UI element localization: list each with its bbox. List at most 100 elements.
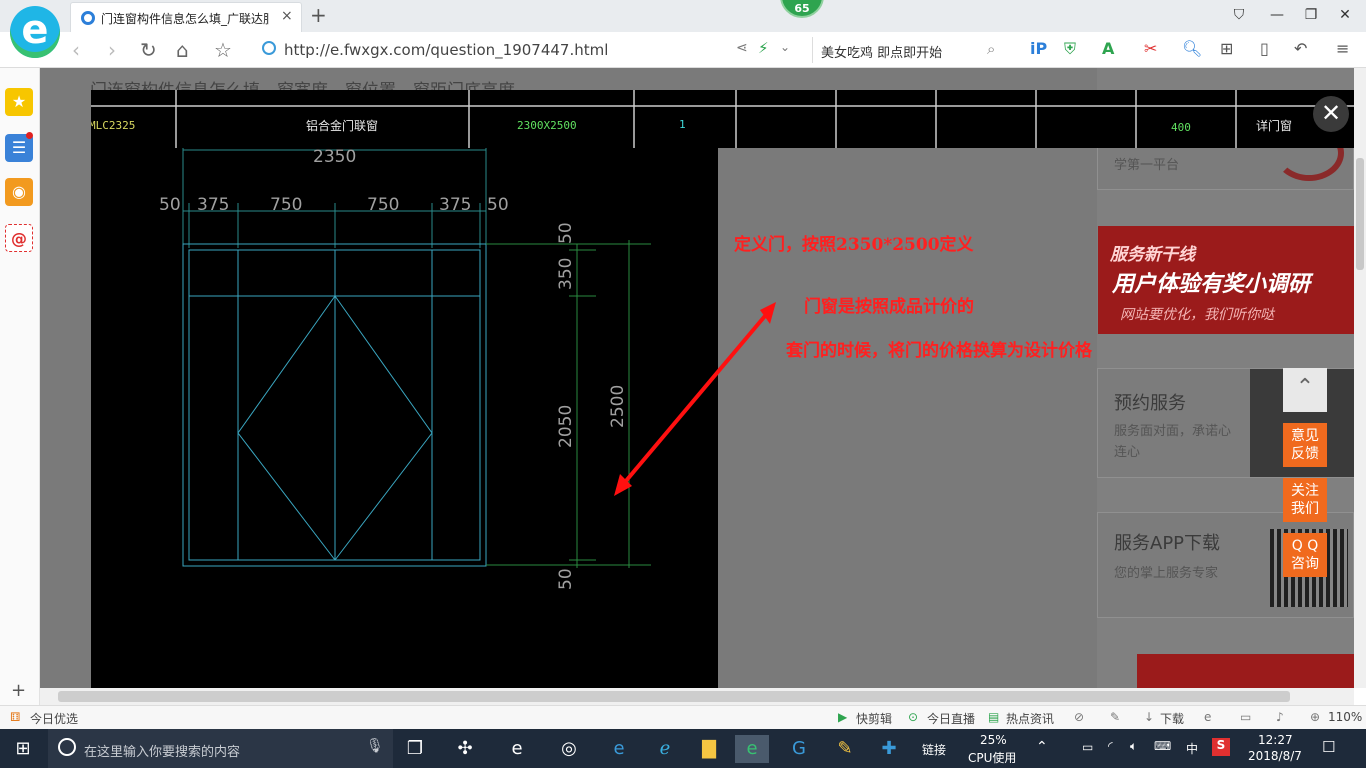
- search-icon[interactable]: ⌕: [987, 40, 995, 58]
- qq-consult-button[interactable]: Q Q 咨询: [1283, 533, 1327, 577]
- pinwheel-app-icon[interactable]: ✣: [448, 735, 482, 763]
- horizontal-scrollbar[interactable]: [40, 688, 1354, 705]
- hot-news-link[interactable]: 热点资讯: [1006, 710, 1054, 727]
- tray-device-icon[interactable]: ▭: [1082, 740, 1093, 754]
- translate-icon[interactable]: A: [1102, 39, 1114, 58]
- tab-close-icon[interactable]: ×: [281, 8, 293, 24]
- page-info-icon[interactable]: [262, 41, 276, 55]
- edge-icon[interactable]: e: [602, 735, 636, 763]
- volume-icon[interactable]: ♪: [1276, 710, 1284, 724]
- forward-icon[interactable]: ›: [108, 38, 116, 62]
- refresh-icon[interactable]: ↻: [140, 38, 157, 62]
- url-text[interactable]: http://e.fwxgx.com/question_1907447.html: [284, 41, 608, 59]
- minimize-button[interactable]: —: [1262, 4, 1292, 26]
- download-icon[interactable]: ↓: [1144, 710, 1154, 724]
- email-icon[interactable]: @: [5, 224, 33, 252]
- appointment-desc: 服务面对面，承诺心连心: [1114, 424, 1232, 460]
- bottom-ad-banner[interactable]: [1137, 654, 1354, 688]
- windows-start-icon[interactable]: ⊞: [6, 735, 40, 763]
- internet-explorer-icon[interactable]: ℯ: [648, 735, 682, 763]
- notes-icon[interactable]: ✎: [828, 735, 862, 763]
- gift-icon[interactable]: ⚅: [10, 710, 20, 724]
- today-picks[interactable]: 今日优选: [30, 710, 78, 727]
- cpu-percent: 25%: [980, 733, 1007, 747]
- tray-expand-icon[interactable]: ⌃: [1036, 739, 1048, 755]
- skin-icon[interactable]: ⛉: [1224, 4, 1254, 26]
- share-icon[interactable]: ⋖: [736, 40, 748, 56]
- windows-taskbar: ⊞ 在这里输入你要搜索的内容 🎙︎ ❐ ✣ e ◎ e ℯ ▇ e G ✎ ✚ …: [0, 729, 1366, 768]
- arrow-line: [618, 308, 772, 490]
- taskbar-search[interactable]: 在这里输入你要搜索的内容 🎙︎: [48, 729, 393, 768]
- weibo-icon[interactable]: ◉: [5, 178, 33, 206]
- links-toolbar[interactable]: 链接: [922, 741, 946, 758]
- speaker-icon[interactable]: 🔈︎: [1130, 739, 1137, 754]
- live-icon[interactable]: ⊙: [908, 710, 918, 724]
- clock-time[interactable]: 12:27: [1258, 733, 1293, 747]
- active-browser-icon[interactable]: e: [735, 735, 769, 763]
- close-window-button[interactable]: ✕: [1330, 4, 1360, 26]
- score-badge[interactable]: 65: [780, 0, 824, 18]
- favorites-star-icon[interactable]: ★: [5, 88, 33, 116]
- quick-clip-link[interactable]: 快剪辑: [856, 710, 892, 727]
- screenshot-scissors-icon[interactable]: ✂: [1144, 39, 1157, 58]
- page-content: 门连窗构件信息怎么填，窗宽度，窗位置，窗距门底高度 学第一平台 预约服务 服务面…: [40, 68, 1354, 688]
- apps-grid-icon[interactable]: ⊞: [1220, 39, 1233, 58]
- add-sidebar-icon[interactable]: +: [11, 680, 26, 701]
- notification-icon[interactable]: ☐: [1322, 738, 1335, 756]
- vertical-scrollbar[interactable]: [1354, 68, 1366, 688]
- file-explorer-icon[interactable]: ▇: [692, 735, 726, 763]
- search-input[interactable]: 美女吃鸡 即点即开始: [821, 42, 942, 61]
- ie-browser-icon[interactable]: e: [500, 735, 534, 763]
- speed-icon[interactable]: ⊘: [1074, 710, 1084, 724]
- door-table-svg: MLC2325 铝合金门联窗 2300X2500 1 400 详门窗: [91, 90, 1354, 148]
- glodon-icon[interactable]: G: [782, 735, 816, 763]
- back-icon[interactable]: ‹: [72, 38, 80, 62]
- back-to-top-button[interactable]: ⌃: [1283, 368, 1327, 412]
- shield-icon[interactable]: ⛨: [1064, 39, 1076, 59]
- sogou-ime-icon[interactable]: S: [1212, 738, 1230, 756]
- download-link[interactable]: 下载: [1160, 710, 1184, 727]
- favorite-star-icon[interactable]: ☆: [214, 38, 232, 62]
- ad-tagline: 网站要优化，我们听你哒: [1120, 307, 1274, 323]
- cortana-icon: [58, 738, 76, 756]
- news-icon[interactable]: ▤: [988, 710, 999, 724]
- live-link[interactable]: 今日直播: [927, 710, 975, 727]
- chevron-down-icon[interactable]: ⌄: [780, 40, 790, 54]
- task-view-icon[interactable]: ❐: [398, 735, 432, 763]
- address-bar[interactable]: http://e.fwxgx.com/question_1907447.html…: [258, 37, 803, 63]
- window-icon[interactable]: ▭: [1240, 710, 1251, 724]
- scroll-thumb[interactable]: [58, 691, 1290, 702]
- ip-tool-icon[interactable]: iP: [1030, 39, 1047, 58]
- restore-button[interactable]: ❐: [1296, 4, 1326, 26]
- feedback-button[interactable]: 意见 反馈: [1283, 423, 1327, 467]
- clock-date[interactable]: 2018/8/7: [1248, 749, 1302, 763]
- menu-icon[interactable]: ≡: [1336, 39, 1349, 58]
- annotation-pricing: 门窗是按照成品计价的: [804, 297, 974, 317]
- ime-indicator[interactable]: 中: [1186, 740, 1198, 757]
- magnifier-icon[interactable]: 🔍︎: [1182, 39, 1202, 58]
- pin-icon[interactable]: ✎: [1110, 710, 1120, 724]
- follow-us-button[interactable]: 关注 我们: [1283, 478, 1327, 522]
- new-tab-button[interactable]: +: [310, 3, 327, 27]
- image-viewer-header: MLC2325 铝合金门联窗 2300X2500 1 400 详门窗: [91, 90, 1354, 148]
- viewer-close-button[interactable]: ✕: [1313, 96, 1349, 132]
- reader-icon[interactable]: ▯: [1260, 39, 1269, 58]
- zoom-level[interactable]: 110%: [1328, 710, 1362, 724]
- search-box[interactable]: 美女吃鸡 即点即开始 ⌕: [812, 37, 1012, 63]
- undo-icon[interactable]: ↶: [1294, 39, 1307, 58]
- video-edit-icon[interactable]: ▶: [838, 710, 847, 724]
- keyboard-icon[interactable]: ⌨: [1154, 739, 1171, 753]
- wifi-icon[interactable]: ◜: [1108, 739, 1113, 753]
- browser-titlebar: 门连窗构件信息怎么填_广联达服务 × + 65 ⛉ — ❐ ✕: [0, 0, 1366, 32]
- zoom-icon[interactable]: ⊕: [1310, 710, 1320, 724]
- sogou-icon[interactable]: ◎: [552, 735, 586, 763]
- survey-ad-banner[interactable]: 服务新干线 用户体验有奖小调研 网站要优化，我们听你哒: [1098, 226, 1354, 334]
- speed-mode-icon[interactable]: ⚡: [758, 39, 769, 57]
- taskbar-search-input[interactable]: 在这里输入你要搜索的内容: [84, 741, 240, 760]
- browser-tab[interactable]: 门连窗构件信息怎么填_广联达服务 ×: [70, 2, 302, 32]
- scroll-thumb[interactable]: [1356, 158, 1364, 270]
- browser-icon[interactable]: e: [1204, 710, 1211, 724]
- microphone-icon[interactable]: 🎙︎: [366, 738, 384, 754]
- home-icon[interactable]: ⌂: [176, 38, 189, 62]
- plus-app-icon[interactable]: ✚: [872, 735, 906, 763]
